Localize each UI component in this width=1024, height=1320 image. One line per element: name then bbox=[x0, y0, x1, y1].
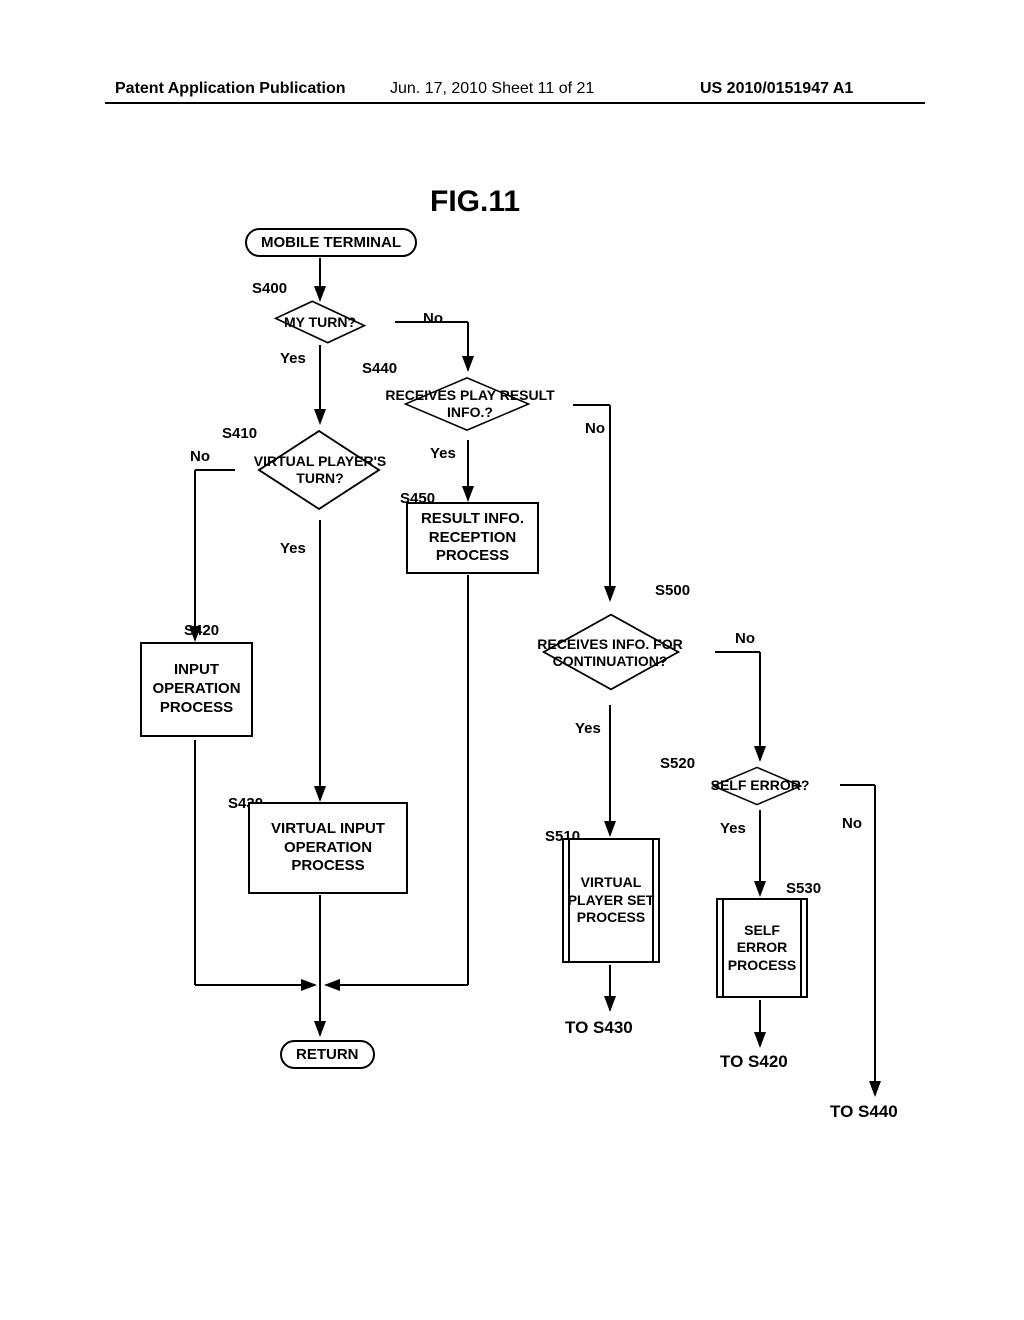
decision-s400: MY TURN? bbox=[245, 300, 395, 345]
decision-s520: SELF ERROR? bbox=[680, 760, 840, 810]
edge-s400-yes: Yes bbox=[280, 350, 306, 367]
process-s430: VIRTUAL INPUT OPERATION PROCESS bbox=[248, 802, 408, 894]
edge-s520-yes: Yes bbox=[720, 820, 746, 837]
edge-s440-yes: Yes bbox=[430, 445, 456, 462]
page: Patent Application Publication Jun. 17, … bbox=[0, 0, 1024, 1320]
edge-s440-no: No bbox=[585, 420, 605, 437]
subprocess-s510: VIRTUAL PLAYER SET PROCESS bbox=[562, 838, 660, 963]
edge-s500-no: No bbox=[735, 630, 755, 647]
terminator-return: RETURN bbox=[280, 1040, 375, 1069]
header-mid: Jun. 17, 2010 Sheet 11 of 21 bbox=[390, 80, 594, 98]
header-right: US 2010/0151947 A1 bbox=[700, 80, 853, 98]
figure-title: FIG.11 bbox=[430, 185, 520, 219]
edge-s410-no: No bbox=[190, 448, 210, 465]
offpage-to-s420: TO S420 bbox=[720, 1052, 788, 1072]
decision-s500: RECEIVES INFO. FOR CONTINUATION? bbox=[505, 600, 715, 705]
edge-s520-no: No bbox=[842, 815, 862, 832]
decision-s440: RECEIVES PLAY RESULT INFO.? bbox=[365, 368, 575, 440]
label-s530: S530 bbox=[786, 880, 821, 897]
label-s420: S420 bbox=[184, 622, 219, 639]
label-s500: S500 bbox=[655, 582, 690, 599]
edge-s400-no: No bbox=[423, 310, 443, 327]
header-left: Patent Application Publication bbox=[115, 80, 346, 98]
process-s450: RESULT INFO. RECEPTION PROCESS bbox=[406, 502, 539, 574]
edge-s500-yes: Yes bbox=[575, 720, 601, 737]
offpage-to-s430: TO S430 bbox=[565, 1018, 633, 1038]
label-s400: S400 bbox=[252, 280, 287, 297]
edge-s410-yes: Yes bbox=[280, 540, 306, 557]
terminator-start: MOBILE TERMINAL bbox=[245, 228, 417, 257]
header-rule bbox=[105, 102, 925, 104]
process-s420: INPUT OPERATION PROCESS bbox=[140, 642, 253, 737]
offpage-to-s440: TO S440 bbox=[830, 1102, 898, 1122]
subprocess-s530: SELF ERROR PROCESS bbox=[716, 898, 808, 998]
